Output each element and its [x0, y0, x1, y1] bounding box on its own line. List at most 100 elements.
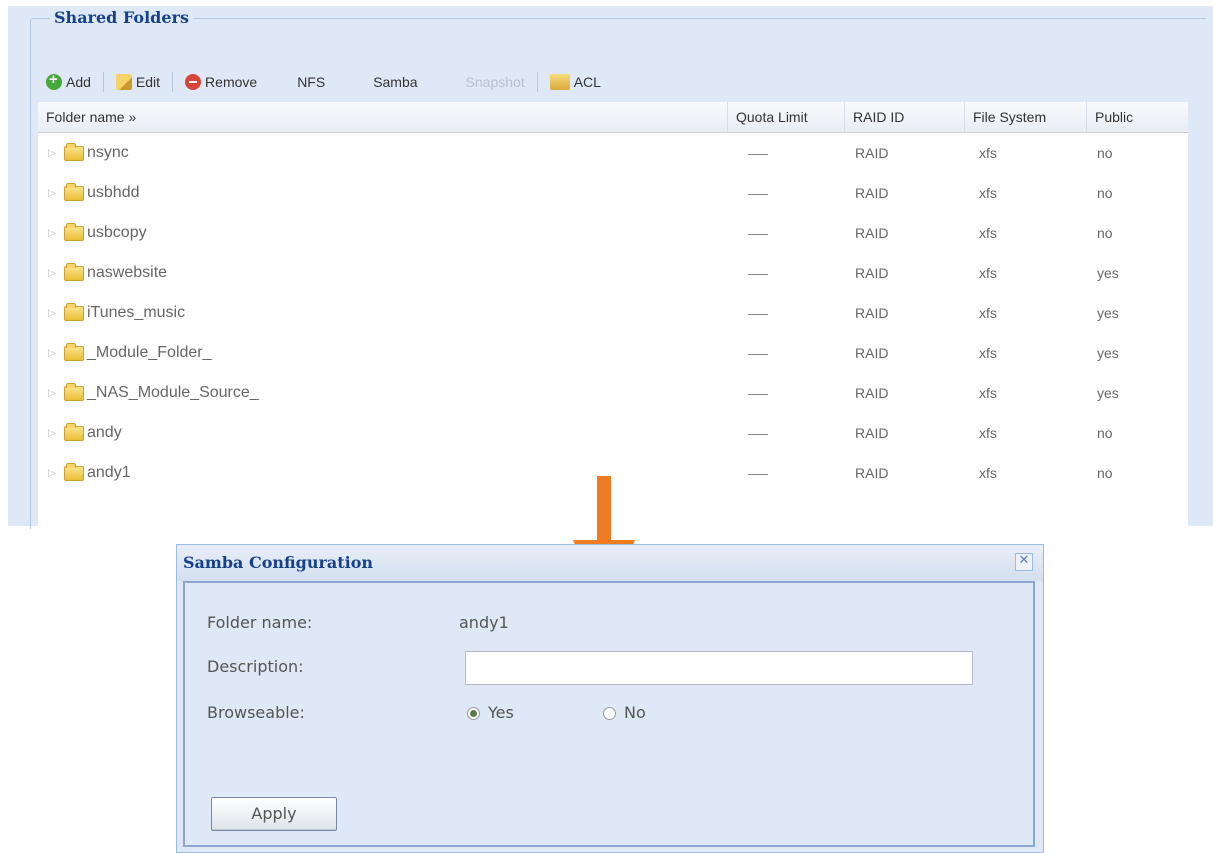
dialog-title: Samba Configuration: [183, 553, 374, 572]
add-label: Add: [66, 74, 91, 90]
browseable-yes-radio[interactable]: Yes: [467, 703, 514, 722]
table-row[interactable]: ▷ andy RAID xfs no: [38, 413, 1188, 453]
header-quota-limit[interactable]: Quota Limit: [728, 102, 845, 132]
public-cell: no: [1097, 145, 1113, 161]
empty-dash: [748, 273, 768, 275]
close-icon: ✕: [1018, 553, 1030, 568]
edit-label: Edit: [135, 74, 161, 90]
expand-arrow-icon[interactable]: ▷: [48, 188, 64, 199]
browseable-no-radio[interactable]: No: [603, 703, 646, 722]
edit-button[interactable]: Edit: [108, 68, 168, 96]
folder-icon: [64, 142, 84, 161]
empty-dash: [748, 473, 768, 475]
raid-cell: RAID: [855, 145, 889, 161]
header-folder-name[interactable]: Folder name »: [38, 102, 728, 132]
folder-name: _Module_Folder_: [87, 344, 212, 361]
empty-dash: [748, 153, 768, 155]
edit-icon: [115, 74, 132, 90]
acl-icon: [549, 74, 570, 90]
folder-name-cell: ▷ _Module_Folder_: [38, 342, 728, 362]
header-raid-id[interactable]: RAID ID: [845, 102, 965, 132]
public-cell: no: [1097, 425, 1113, 441]
empty-dash: [748, 313, 768, 315]
table-row[interactable]: ▷ naswebsite RAID xfs yes: [38, 253, 1188, 293]
table-row[interactable]: ▷ iTunes_music RAID xfs yes: [38, 293, 1188, 333]
table-row[interactable]: ▷ _NAS_Module_Source_ RAID xfs yes: [38, 373, 1188, 413]
close-button[interactable]: ✕: [1015, 553, 1033, 571]
public-cell: no: [1097, 185, 1113, 201]
description-input[interactable]: [465, 651, 973, 685]
quota-cell: [728, 225, 845, 241]
public-cell: yes: [1097, 305, 1119, 321]
quota-cell: [728, 465, 845, 481]
folder-name-cell: ▷ andy1: [38, 462, 728, 482]
table-row[interactable]: ▷ _Module_Folder_ RAID xfs yes: [38, 333, 1188, 373]
toolbar: Add Edit Remove NFS Samba Snapshot ACL: [38, 64, 1188, 100]
folder-name: usbcopy: [87, 224, 147, 241]
raid-cell: RAID: [855, 225, 889, 241]
add-icon: [46, 71, 62, 90]
expand-arrow-icon[interactable]: ▷: [48, 148, 64, 159]
folder-name: _NAS_Module_Source_: [87, 384, 259, 401]
panel-title: Shared Folders: [50, 6, 193, 30]
folder-name-value: andy1: [459, 613, 509, 632]
folder-name-cell: ▷ usbcopy: [38, 222, 728, 242]
quota-cell: [728, 425, 845, 441]
expand-arrow-icon[interactable]: ▷: [48, 268, 64, 279]
public-cell: yes: [1097, 345, 1119, 361]
remove-button[interactable]: Remove: [177, 68, 265, 96]
fs-cell: xfs: [979, 385, 997, 401]
folder-icon: [64, 182, 84, 201]
dialog-header: Samba Configuration ✕: [177, 545, 1043, 581]
raid-cell: RAID: [855, 385, 889, 401]
fs-cell: xfs: [979, 305, 997, 321]
folder-name: andy1: [87, 464, 131, 481]
snapshot-button[interactable]: Snapshot: [458, 68, 533, 96]
grid-header: Folder name » Quota Limit RAID ID File S…: [38, 102, 1188, 133]
raid-cell: RAID: [855, 305, 889, 321]
quota-cell: [728, 145, 845, 161]
expand-arrow-icon[interactable]: ▷: [48, 308, 64, 319]
empty-dash: [748, 193, 768, 195]
fs-cell: xfs: [979, 145, 997, 161]
table-row[interactable]: ▷ usbcopy RAID xfs no: [38, 213, 1188, 253]
folder-name: usbhdd: [87, 184, 140, 201]
expand-arrow-icon[interactable]: ▷: [48, 228, 64, 239]
folder-icon: [64, 462, 84, 481]
header-public[interactable]: Public: [1087, 102, 1188, 132]
table-row[interactable]: ▷ andy1 RAID xfs no: [38, 453, 1188, 493]
add-button[interactable]: Add: [38, 68, 99, 96]
nfs-button[interactable]: NFS: [289, 68, 333, 96]
down-arrow-shaft: [597, 476, 611, 542]
empty-dash: [748, 233, 768, 235]
quota-cell: [728, 265, 845, 281]
table-row[interactable]: ▷ nsync RAID xfs no: [38, 133, 1188, 173]
samba-button[interactable]: Samba: [365, 68, 425, 96]
yes-label: Yes: [488, 703, 514, 722]
empty-dash: [748, 433, 768, 435]
empty-dash: [748, 393, 768, 395]
folder-icon: [64, 342, 84, 361]
radio-checked-icon: [467, 707, 480, 720]
raid-cell: RAID: [855, 185, 889, 201]
expand-arrow-icon[interactable]: ▷: [48, 348, 64, 359]
public-cell: yes: [1097, 385, 1119, 401]
expand-arrow-icon[interactable]: ▷: [48, 388, 64, 399]
folder-name-cell: ▷ iTunes_music: [38, 302, 728, 322]
folders-grid: Folder name » Quota Limit RAID ID File S…: [38, 102, 1188, 526]
acl-button[interactable]: ACL: [542, 68, 609, 96]
header-file-system[interactable]: File System: [965, 102, 1087, 132]
table-row[interactable]: ▷ usbhdd RAID xfs no: [38, 173, 1188, 213]
expand-arrow-icon[interactable]: ▷: [48, 468, 64, 479]
fs-cell: xfs: [979, 225, 997, 241]
folder-name-cell: ▷ naswebsite: [38, 262, 728, 282]
folder-name-label: Folder name:: [207, 613, 313, 632]
grid-body: ▷ nsync RAID xfs no ▷ usbhdd RAID xfs no ▷ usbcopy R…: [38, 133, 1188, 493]
expand-arrow-icon[interactable]: ▷: [48, 428, 64, 439]
quota-cell: [728, 185, 845, 201]
toolbar-separator: [536, 72, 538, 92]
no-label: No: [624, 703, 646, 722]
apply-button[interactable]: Apply: [211, 797, 337, 831]
raid-cell: RAID: [855, 425, 889, 441]
folder-icon: [64, 382, 84, 401]
